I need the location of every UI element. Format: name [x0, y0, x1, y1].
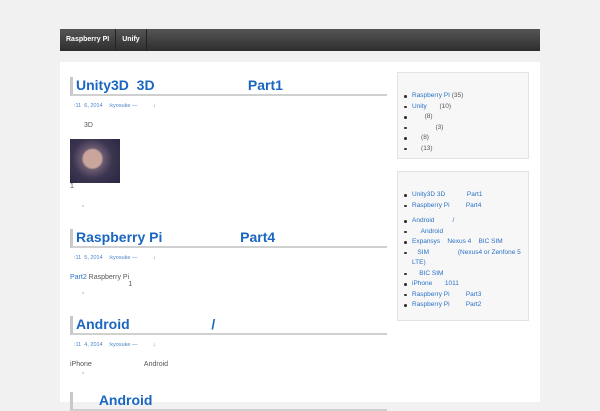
recent-post-link[interactable]: SIM (Nexus4 or Zenfone 5 LTE) [412, 249, 523, 267]
nav-unity[interactable]: Unify [116, 29, 147, 51]
category-count: (3) [412, 123, 444, 131]
main-nav: Raspberry PI Unify [60, 29, 540, 51]
post-title[interactable]: Android [70, 392, 387, 411]
recent-post-link[interactable]: Raspberry Pi Part2 [412, 301, 481, 308]
category-count: (8) [412, 113, 433, 120]
recent-post-link[interactable]: Expansys Nexus 4 BIC SIM [412, 238, 503, 245]
category-count: (10) [426, 102, 452, 110]
recent-post-item: Unity3D 3D Part1 [404, 190, 524, 201]
recent-post-item: Android / [404, 216, 524, 227]
post-text: , [82, 201, 84, 208]
category-item: (13) [404, 144, 524, 155]
post-link[interactable]: Part2 [70, 274, 87, 281]
post-text: Raspberry Pi [86, 274, 130, 281]
post-text: 1 [70, 281, 133, 288]
recent-post-link[interactable]: Unity3D 3D Part1 [412, 191, 482, 198]
category-item: Unity (10) [404, 102, 524, 113]
post-title[interactable]: Android / [70, 316, 387, 335]
recent-post-item: SIM (Nexus4 or Zenfone 5 LTE) [404, 248, 524, 269]
recent-post-link[interactable]: Android / [412, 217, 454, 224]
recent-post-link[interactable]: Android [412, 228, 443, 235]
recent-post-item: iPhone 1011 [404, 279, 524, 290]
post-excerpt: iPhone Android [70, 361, 169, 368]
recent-post-link[interactable]: iPhone 1011 [412, 280, 459, 287]
nav-raspberry-pi[interactable]: Raspberry PI [60, 29, 117, 51]
recent-posts-widget: Unity3D 3D Part1 Raspberry Pi Part4 Androi… [397, 171, 529, 321]
recent-post-item: Raspberry Pi Part2 [404, 300, 524, 311]
post: Android / :11 4, 2014 :kyosuke — ↓ iPhon… [70, 316, 387, 375]
post-text: , [82, 368, 84, 375]
recent-post-item: BIC SIM [404, 269, 524, 280]
category-item: (3) [404, 123, 524, 134]
category-count: (13) [412, 144, 433, 152]
category-item: (8) [404, 133, 524, 144]
recent-post-link[interactable]: Raspberry Pi Part3 [412, 291, 481, 298]
category-count: (8) [412, 134, 429, 141]
recent-post-item: Raspberry Pi Part4 [404, 201, 524, 212]
post-text: 1 [70, 183, 74, 190]
post-title[interactable]: Raspberry Pi Part4 [70, 229, 387, 248]
category-item: Raspberry PI (35) [404, 91, 524, 102]
category-link[interactable]: Unity [412, 103, 427, 110]
recent-post-link[interactable]: Raspberry Pi Part4 [412, 202, 481, 209]
recent-post-item: Expansys Nexus 4 BIC SIM [404, 237, 524, 248]
categories-widget: Raspberry PI (35) Unity (10) (8) (3) (8) … [397, 72, 529, 159]
post-meta: :11 6, 2014 :kyosuke — ↓ [74, 103, 156, 109]
post-title[interactable]: Unity3D 3D Part1 [70, 77, 387, 96]
post: Raspberry Pi Part4 :11 5, 2014 :kyosuke … [70, 229, 387, 295]
post-text: , [82, 288, 84, 295]
category-count: (35) [449, 92, 464, 99]
post: Android [70, 392, 387, 411]
post: Unity3D 3D Part1 :11 6, 2014 :kyosuke — … [70, 77, 387, 208]
post-meta: :11 5, 2014 :kyosuke — ↓ [74, 255, 156, 261]
category-link[interactable]: Raspberry PI [412, 92, 450, 99]
category-item: (8) [404, 112, 524, 123]
post-thumbnail[interactable] [70, 139, 120, 183]
post-excerpt: 3D [84, 122, 93, 129]
post-meta: :11 4, 2014 :kyosuke — ↓ [74, 342, 156, 348]
recent-post-item: Android [404, 227, 524, 238]
recent-post-item: Raspberry Pi Part3 [404, 290, 524, 301]
recent-post-link[interactable]: BIC SIM [412, 270, 443, 277]
